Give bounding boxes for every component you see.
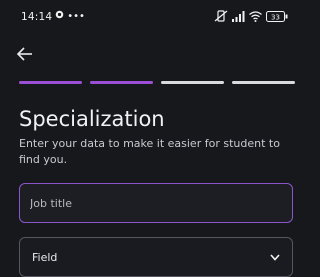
- status-bar: 14:14 ••• 33: [0, 0, 302, 34]
- status-more-dots: •••: [67, 11, 85, 22]
- page-title: Specialization: [19, 107, 165, 131]
- progress-segment: [19, 81, 82, 84]
- back-button[interactable]: [16, 46, 36, 66]
- status-right-icons: 33: [214, 10, 288, 22]
- job-title-field[interactable]: [19, 183, 293, 223]
- field-select[interactable]: Field: [19, 237, 293, 277]
- wifi-icon: [249, 10, 262, 22]
- step-progress: [19, 81, 295, 85]
- mute-vibrate-icon: [214, 10, 228, 22]
- job-title-input[interactable]: [30, 184, 280, 222]
- notification-icon: [55, 10, 64, 19]
- battery-level-text: 33: [271, 13, 280, 21]
- arrow-left-icon: [16, 46, 34, 62]
- signal-icon: [232, 10, 245, 22]
- chevron-down-icon: [270, 253, 280, 261]
- status-time: 14:14: [21, 11, 53, 23]
- battery-icon: 33: [266, 10, 288, 22]
- progress-segment: [90, 81, 153, 84]
- page-subtitle: Enter your data to make it easier for st…: [19, 137, 280, 166]
- field-select-label: Field: [32, 251, 58, 264]
- progress-segment: [232, 81, 295, 84]
- status-left-icons: •••: [55, 10, 85, 22]
- progress-segment: [161, 81, 224, 84]
